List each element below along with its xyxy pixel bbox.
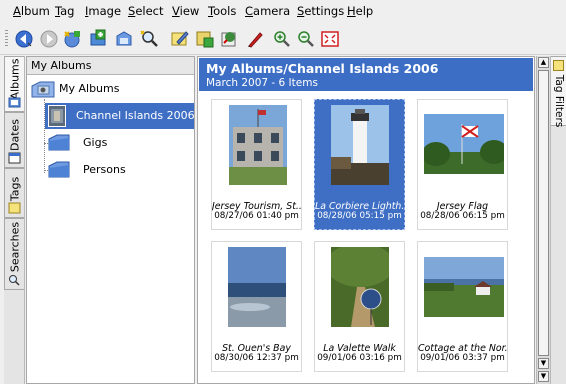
tree-item-channel-islands[interactable]: Channel Islands 2006 (45, 103, 195, 129)
calendar-icon (8, 152, 21, 164)
album-tree-header[interactable]: My Albums (27, 57, 194, 75)
menu-tools[interactable]: Tools (208, 4, 236, 18)
tab-searches[interactable]: Searches (4, 218, 24, 290)
forward-icon[interactable] (39, 29, 59, 49)
tab-dates[interactable]: Dates (4, 112, 24, 168)
search-icon (9, 275, 20, 286)
new-album-icon[interactable] (62, 29, 82, 49)
menu-camera[interactable]: Camera (245, 4, 290, 18)
menu-settings[interactable]: Settings (297, 4, 344, 18)
photo-la-valette-walk (331, 247, 389, 327)
photo-cottage (424, 257, 504, 317)
thumbnail-date: 09/01/06 03:16 pm (317, 353, 402, 363)
tag-icon (553, 60, 564, 71)
album-thumbnail-icon (48, 105, 66, 127)
menu-tag[interactable]: Tag (55, 4, 74, 18)
thumbnail-date: 08/28/06 06:15 pm (420, 211, 505, 221)
menu-select[interactable]: Select (128, 4, 164, 18)
right-sidebar-tabs: Tag Filters (550, 56, 566, 384)
menu-help[interactable]: Help (347, 4, 373, 18)
thumbnail-item-selected[interactable]: La Corbiere Lighth... 08/28/06 05:15 pm (314, 99, 405, 230)
albums-icon (8, 97, 21, 108)
menu-image[interactable]: Image (85, 4, 121, 18)
fullscreen-icon[interactable] (320, 29, 340, 49)
properties-icon[interactable] (219, 29, 239, 49)
tree-item-label: My Albums (59, 82, 120, 95)
tree-item-label: Channel Islands 2006 (76, 109, 195, 122)
batch-icon[interactable] (195, 29, 215, 49)
thumbnail-item[interactable]: Jersey Tourism, St... 08/27/06 01:40 pm (211, 99, 302, 230)
zoom-out-icon[interactable] (296, 29, 316, 49)
album-tree: My Albums My Albums Channel Islands 2006… (26, 56, 195, 384)
tab-albums-label: Albums (8, 58, 21, 100)
edit-image-icon[interactable] (245, 29, 265, 49)
search-icon[interactable] (140, 29, 160, 49)
tab-searches-label: Searches (8, 221, 21, 273)
thumbnail-date: 09/01/06 03:37 pm (420, 353, 505, 363)
tab-dates-label: Dates (8, 118, 21, 152)
tree-item-label: Gigs (83, 136, 108, 149)
menu-album[interactable]: Album (13, 4, 50, 18)
tree-item-persons[interactable]: Persons (45, 157, 194, 183)
tab-tags-label: Tags (8, 176, 21, 202)
thumbnail-item[interactable]: Cottage at the Nor... 09/01/06 03:37 pm (417, 241, 508, 372)
scroll-up-icon[interactable]: ▲ (538, 57, 549, 68)
tab-tags[interactable]: Tags (4, 168, 24, 218)
photo-jersey-tourism (229, 105, 287, 185)
tab-tag-filters[interactable]: Tag Filters (551, 56, 566, 128)
album-banner: My Albums/Channel Islands 2006 March 200… (199, 58, 533, 91)
album-title: My Albums/Channel Islands 2006 (206, 61, 439, 76)
edit-tag-icon[interactable] (170, 29, 190, 49)
add-images-icon[interactable] (88, 29, 108, 49)
thumbnail-date: 08/28/06 05:15 pm (317, 211, 402, 221)
tree-item-my-albums[interactable]: My Albums (27, 76, 194, 102)
import-icon[interactable] (114, 29, 134, 49)
main-toolbar (0, 24, 566, 55)
thumbnail-item[interactable]: La Valette Walk 09/01/06 03:16 pm (314, 241, 405, 372)
album-subtitle: March 2007 - 6 Items (206, 77, 318, 89)
toolbar-grip[interactable] (5, 30, 8, 48)
thumbnail-date: 08/30/06 12:37 pm (214, 353, 299, 363)
tab-albums[interactable]: Albums (4, 56, 24, 112)
zoom-in-icon[interactable] (272, 29, 292, 49)
menubar: Album Tag Image Select View Tools Camera… (0, 0, 566, 22)
album-root-icon (31, 81, 55, 98)
album-icon-view: My Albums/Channel Islands 2006 March 200… (197, 56, 535, 384)
scrollbar-thumb[interactable] (538, 70, 549, 356)
back-icon[interactable] (14, 29, 34, 49)
thumbnail-item[interactable]: St. Ouen's Bay 08/30/06 12:37 pm (211, 241, 302, 372)
scroll-down-icon[interactable]: ▼ (538, 371, 549, 382)
photo-st-ouens-bay (228, 247, 286, 327)
folder-icon (48, 134, 70, 151)
menu-view[interactable]: View (172, 4, 199, 18)
tab-tag-filters-label: Tag Filters (552, 74, 565, 128)
thumbnail-date: 08/27/06 01:40 pm (214, 211, 299, 221)
scroll-down-icon[interactable]: ▼ (538, 358, 549, 369)
left-sidebar-tabs: Albums Dates Tags Searches (4, 56, 25, 384)
tree-item-label: Persons (83, 163, 126, 176)
tree-item-gigs[interactable]: Gigs (45, 130, 194, 156)
folder-icon (48, 161, 70, 178)
photo-la-corbiere-lighthouse (331, 105, 389, 185)
tag-icon (8, 202, 21, 214)
photo-jersey-flag (424, 114, 504, 174)
icon-view-scrollbar[interactable]: ▲ ▼ ▼ (536, 56, 550, 384)
thumbnail-item[interactable]: Jersey Flag 08/28/06 06:15 pm (417, 99, 508, 230)
